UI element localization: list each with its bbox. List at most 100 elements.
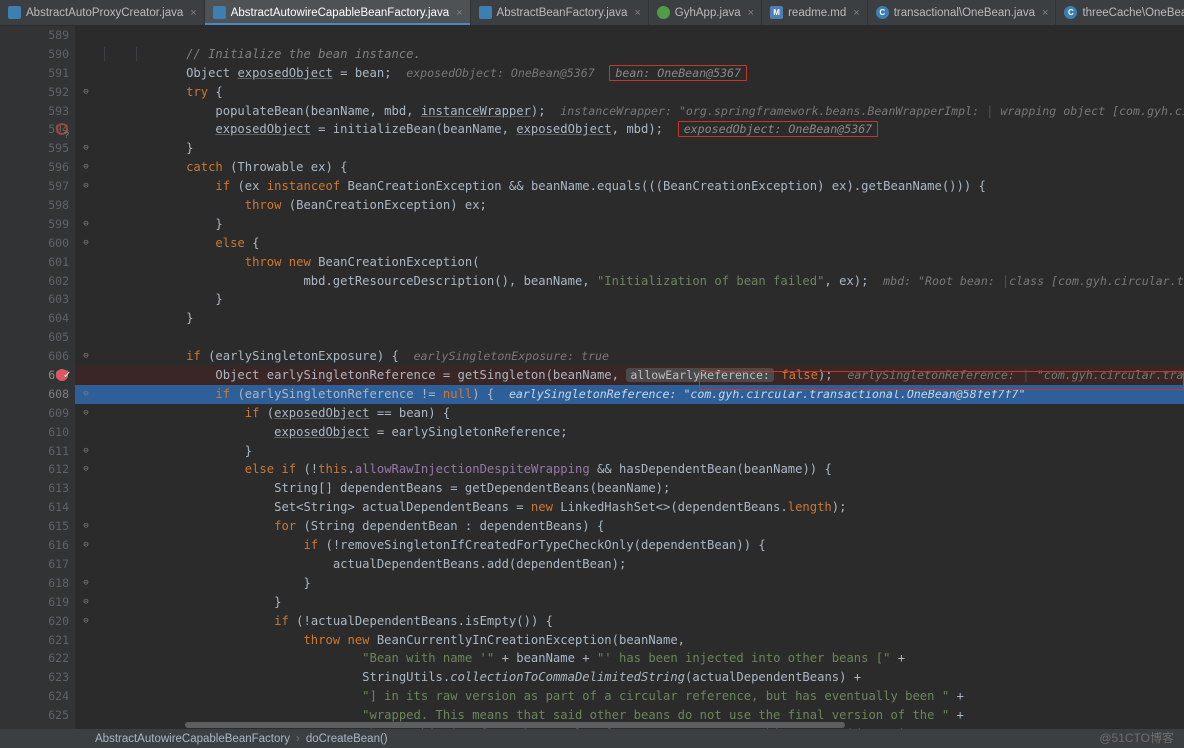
code-line[interactable]: 605 bbox=[0, 328, 1184, 348]
tab-close-icon[interactable]: × bbox=[748, 7, 754, 19]
code-line[interactable]: 592 ⊖ try { bbox=[0, 82, 1184, 102]
horizontal-scrollbar[interactable] bbox=[185, 722, 845, 728]
line-number: 599 bbox=[0, 214, 75, 234]
line-number: 589 bbox=[0, 26, 75, 45]
tab-close-icon[interactable]: × bbox=[853, 7, 859, 19]
code-line[interactable]: 617 actualDependentBeans.add(dependentBe… bbox=[0, 554, 1184, 574]
code-line[interactable]: 610 exposedObject = earlySingletonRefere… bbox=[0, 422, 1184, 442]
code-line[interactable]: 620 ⊖ if (!actualDependentBeans.isEmpty()… bbox=[0, 611, 1184, 631]
breadcrumb-class[interactable]: AbstractAutowireCapableBeanFactory bbox=[95, 733, 290, 745]
editor-tab-label: transactional\OneBean.java bbox=[893, 6, 1035, 19]
line-number: 620 bbox=[0, 611, 75, 631]
code-line[interactable]: 596 ⊖ catch (Throwable ex) { bbox=[0, 158, 1184, 178]
code-line[interactable]: 594? exposedObject = initializeBean(bean… bbox=[0, 120, 1184, 140]
code-fold-toggle-icon[interactable]: ⊖ bbox=[79, 536, 93, 555]
line-number: 606 bbox=[0, 347, 75, 367]
code-fold-toggle-icon[interactable]: ⊖ bbox=[79, 234, 93, 253]
breadcrumb-method[interactable]: doCreateBean() bbox=[306, 733, 388, 745]
code-line[interactable]: 599 ⊖ } bbox=[0, 214, 1184, 234]
code-line-content: else { bbox=[215, 235, 260, 250]
code-line[interactable]: 595 ⊖ } bbox=[0, 139, 1184, 159]
java-file-icon bbox=[212, 6, 226, 19]
editor-tab[interactable]: AbstractAutowireCapableBeanFactory.java × bbox=[204, 0, 471, 25]
tab-close-icon[interactable]: × bbox=[456, 7, 462, 19]
code-line[interactable]: 590 // Initialize the bean instance. bbox=[0, 44, 1184, 64]
code-line[interactable]: 600 ⊖ else { bbox=[0, 233, 1184, 253]
tab-close-icon[interactable]: × bbox=[190, 7, 196, 19]
editor-tab[interactable]: CthreeCache\OneBean.java× bbox=[1056, 0, 1184, 25]
code-line[interactable]: 624 "] in its raw version as part of a c… bbox=[0, 687, 1184, 707]
code-fold-toggle-icon[interactable]: ⊖ bbox=[79, 215, 93, 234]
code-line[interactable]: 618 ⊖ } bbox=[0, 573, 1184, 593]
line-number: 604 bbox=[0, 309, 75, 329]
editor-tab-bar[interactable]: AbstractAutoProxyCreator.java × AbstractAu… bbox=[0, 0, 1184, 26]
line-number: 608 bbox=[0, 384, 75, 404]
code-fold-toggle-icon[interactable]: ⊖ bbox=[79, 574, 93, 593]
code-line-content: catch (Throwable ex) { bbox=[186, 160, 348, 175]
line-number: 598 bbox=[0, 196, 75, 215]
code-line-content: } bbox=[215, 292, 223, 307]
code-line[interactable]: 622 "Bean with name '" + beanName + "' h… bbox=[0, 649, 1184, 669]
code-line[interactable]: 597 ⊖ if (ex instanceof BeanCreationExcep… bbox=[0, 177, 1184, 197]
code-line[interactable]: 621 throw new BeanCurrentlyInCreationExc… bbox=[0, 630, 1184, 650]
code-line[interactable]: 602 mbd.getResourceDescription(), beanNa… bbox=[0, 271, 1184, 291]
line-number: 616 bbox=[0, 536, 75, 555]
code-line[interactable]: 611 ⊖ } bbox=[0, 441, 1184, 461]
code-line[interactable]: 606 ⊖ if (earlySingletonExposure) { early… bbox=[0, 347, 1184, 367]
editor-tab[interactable]: AbstractAutoProxyCreator.java × bbox=[0, 0, 205, 25]
code-line-content: try { bbox=[186, 84, 223, 99]
line-number: 612 bbox=[0, 460, 75, 480]
code-fold-toggle-icon[interactable]: ⊖ bbox=[79, 158, 93, 177]
line-number: 601 bbox=[0, 252, 75, 272]
code-line[interactable]: 601 throw new BeanCreationException( bbox=[0, 252, 1184, 272]
code-fold-toggle-icon[interactable]: ⊖ bbox=[79, 139, 93, 158]
code-fold-toggle-icon[interactable]: ⊖ bbox=[79, 404, 93, 423]
code-line[interactable]: 593 populateBean(beanName, mbd, instance… bbox=[0, 101, 1184, 121]
code-line[interactable]: 616 ⊖ if (!removeSingletonIfCreatedForTyp… bbox=[0, 536, 1184, 555]
code-line[interactable]: 612 ⊖ else if (!this.allowRawInjectionDes… bbox=[0, 460, 1184, 480]
code-fold-toggle-icon[interactable]: ⊖ bbox=[79, 442, 93, 461]
code-editor[interactable]: 589 590 // Initialize the bean instance. 5… bbox=[0, 26, 1184, 729]
class-file-icon: C bbox=[1064, 6, 1078, 19]
code-fold-toggle-icon[interactable]: ⊖ bbox=[79, 177, 93, 196]
editor-tab[interactable]: AbstractBeanFactory.java × bbox=[471, 0, 649, 25]
code-line[interactable]: 603 } bbox=[0, 290, 1184, 310]
code-fold-toggle-icon[interactable]: ⊖ bbox=[79, 612, 93, 631]
inline-value-highlight-box bbox=[699, 371, 1184, 390]
code-fold-toggle-icon[interactable]: ⊖ bbox=[79, 347, 93, 366]
code-line[interactable]: 614 Set<String> actualDependentBeans = n… bbox=[0, 498, 1184, 518]
line-number: 593 bbox=[0, 101, 75, 121]
code-line[interactable]: 604 } bbox=[0, 309, 1184, 329]
code-line[interactable]: 609 ⊖ if (exposedObject == bean) { bbox=[0, 403, 1184, 423]
editor-tab[interactable]: Ctransactional\OneBean.java × bbox=[868, 0, 1057, 25]
code-line-content: if (!actualDependentBeans.isEmpty()) { bbox=[274, 613, 553, 628]
line-number: 590 bbox=[0, 44, 75, 64]
code-fold-toggle-icon[interactable]: ⊖ bbox=[79, 517, 93, 536]
editor-tab[interactable]: GyhApp.java × bbox=[649, 0, 763, 25]
line-number: 615 bbox=[0, 517, 75, 537]
code-line[interactable]: 619 ⊖ } bbox=[0, 592, 1184, 612]
code-fold-toggle-icon[interactable]: ⊖ bbox=[79, 460, 93, 479]
line-number: 614 bbox=[0, 498, 75, 518]
code-fold-toggle-icon[interactable]: ⊖ bbox=[79, 593, 93, 612]
code-line[interactable]: 598 throw (BeanCreationException) ex; bbox=[0, 196, 1184, 215]
code-line[interactable]: 613 String[] dependentBeans = getDepende… bbox=[0, 479, 1184, 499]
code-line[interactable]: 591 Object exposedObject = bean; exposed… bbox=[0, 63, 1184, 83]
tab-close-icon[interactable]: × bbox=[1042, 7, 1048, 19]
editor-tab[interactable]: Mreadme.md × bbox=[762, 0, 868, 25]
code-line-content: if (!removeSingletonIfCreatedForTypeChec… bbox=[303, 538, 766, 553]
code-line[interactable]: 589 bbox=[0, 26, 1184, 45]
line-number: 603 bbox=[0, 290, 75, 310]
code-fold-toggle-icon[interactable]: ⊖ bbox=[79, 83, 93, 102]
line-number: 625 bbox=[0, 706, 75, 725]
code-line-content: // Initialize the bean instance. bbox=[96, 45, 1184, 64]
line-number: 602 bbox=[0, 271, 75, 291]
tab-close-icon[interactable]: × bbox=[634, 7, 640, 19]
code-line-content bbox=[96, 26, 1184, 45]
code-fold-toggle-icon[interactable]: ⊖ bbox=[79, 385, 93, 404]
code-line-content: } bbox=[244, 443, 253, 458]
code-line-content: if (exposedObject == bean) { bbox=[244, 405, 451, 420]
code-line[interactable]: 615 ⊖ for (String dependentBean : depende… bbox=[0, 517, 1184, 537]
code-line[interactable]: 623 StringUtils.collectionToCommaDelimit… bbox=[0, 668, 1184, 688]
line-number: 610 bbox=[0, 422, 75, 442]
